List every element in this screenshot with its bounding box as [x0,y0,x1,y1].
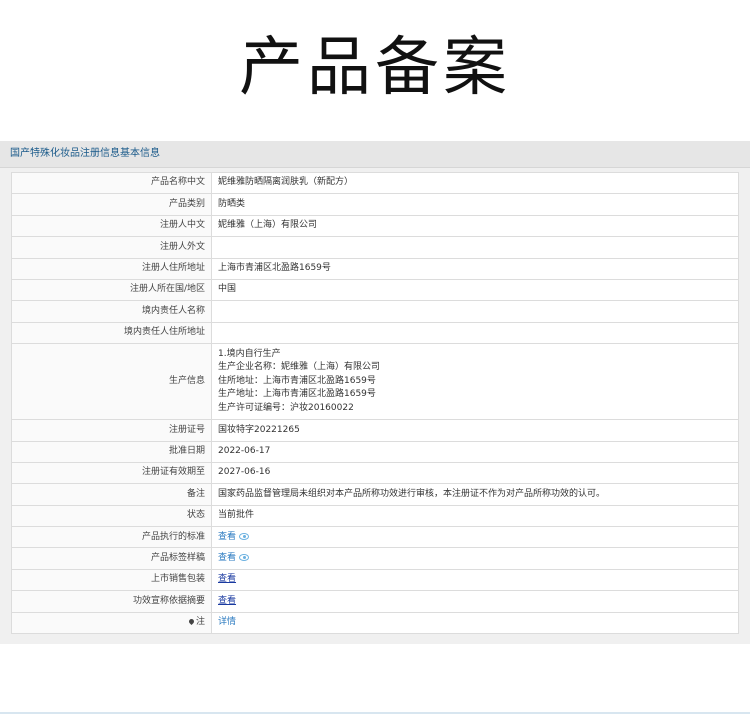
table-row: 注 详情 [11,611,739,635]
table-row: 状态 当前批件 [11,504,739,528]
production-line: 住所地址：上海市青浦区北盈路1659号 [218,375,376,386]
table-row: 境内责任人名称 [11,300,739,323]
table-row: 产品名称中文 妮维雅防晒隔离润肤乳（新配方） [11,171,739,195]
row-value: 妮维雅防晒隔离润肤乳（新配方） [211,171,739,195]
registration-info-panel: 国产特殊化妆品注册信息基本信息 产品名称中文 妮维雅防晒隔离润肤乳（新配方） 产… [0,141,750,644]
row-value: 防晒类 [211,193,739,216]
eye-icon[interactable] [239,553,250,561]
table-row: 注册人外文 [11,236,739,259]
row-label: 注 [195,617,205,628]
row-label: 注册人所在国/地区 [11,278,212,302]
row-value [211,321,739,345]
row-label: 产品执行的标准 [11,526,212,549]
panel-header-title: 国产特殊化妆品注册信息基本信息 [10,148,160,159]
row-label: 备注 [11,483,212,506]
table-row: 批准日期 2022-06-17 [11,440,739,463]
note-details-link[interactable]: 详情 [218,617,236,627]
view-efficacy-summary-link[interactable]: 查看 [218,596,236,606]
view-label-sample-link[interactable]: 查看 [218,553,236,563]
row-value: 上海市青浦区北盈路1659号 [211,257,739,280]
row-value: 查看 [211,547,739,570]
row-value [211,300,739,323]
row-label: 产品名称中文 [11,171,212,195]
row-value: 妮维雅（上海）有限公司 [211,214,739,238]
production-line: 生产许可证编号：沪妆20160022 [218,402,354,413]
table-row: 功效宣称依据摘要 查看 [11,590,739,613]
view-standard-link[interactable]: 查看 [218,532,236,542]
row-value: 2027-06-16 [211,461,739,485]
row-label: 注册人中文 [11,214,212,238]
registration-info-table: 产品名称中文 妮维雅防晒隔离润肤乳（新配方） 产品类别 防晒类 注册人中文 妮维… [11,171,739,635]
table-row: 注册人所在国/地区 中国 [11,278,739,302]
table-row: 注册证号 国妆特字20221265 [11,419,739,442]
row-label: 注册证号 [11,419,212,442]
row-label: 批准日期 [11,440,212,463]
page-title: 产品备案 [239,31,511,105]
row-value: 查看 [211,568,739,592]
table-row: 注册人住所地址 上海市青浦区北盈路1659号 [11,257,739,280]
table-row: 产品标签样稿 查看 [11,547,739,570]
row-value: 国妆特字20221265 [211,419,739,442]
row-label: 注册人外文 [11,236,212,259]
production-info-value: 1.境内自行生产 生产企业名称：妮维雅（上海）有限公司 住所地址：上海市青浦区北… [211,343,739,421]
table-row: 备注 国家药品监督管理局未组织对本产品所称功效进行审核，本注册证不作为对产品所称… [11,483,739,506]
row-value: 查看 [211,590,739,613]
row-value: 查看 [211,526,739,549]
production-info-row: 生产信息 1.境内自行生产 生产企业名称：妮维雅（上海）有限公司 住所地址：上海… [11,343,739,421]
row-value: 中国 [211,278,739,302]
table-row: 产品执行的标准 查看 [11,526,739,549]
table-row: 产品类别 防晒类 [11,193,739,216]
row-value: 2022-06-17 [211,440,739,463]
table-row: 注册证有效期至 2027-06-16 [11,461,739,485]
row-value: 详情 [211,611,739,635]
row-value [211,236,739,259]
table-row: 境内责任人住所地址 [11,321,739,345]
row-label: 上市销售包装 [11,568,212,592]
row-label: 状态 [11,504,212,528]
row-value: 国家药品监督管理局未组织对本产品所称功效进行审核，本注册证不作为对产品所称功效的… [211,483,739,506]
note-label-cell: 注 [11,611,212,635]
eye-icon[interactable] [239,532,250,540]
row-label: 产品标签样稿 [11,547,212,570]
table-row: 上市销售包装 查看 [11,568,739,592]
view-package-link[interactable]: 查看 [218,574,236,584]
row-label: 境内责任人名称 [11,300,212,323]
row-label: 注册人住所地址 [11,257,212,280]
row-value: 当前批件 [211,504,739,528]
production-line: 生产地址：上海市青浦区北盈路1659号 [218,389,376,400]
table-row: 注册人中文 妮维雅（上海）有限公司 [11,214,739,238]
row-label: 功效宣称依据摘要 [11,590,212,613]
panel-header: 国产特殊化妆品注册信息基本信息 [0,141,750,168]
row-label: 产品类别 [11,193,212,216]
row-label: 生产信息 [11,343,212,421]
pin-icon [187,618,196,626]
row-label: 注册证有效期至 [11,461,212,485]
production-line: 生产企业名称：妮维雅（上海）有限公司 [218,362,381,373]
production-line: 1.境内自行生产 [218,348,281,359]
row-label: 境内责任人住所地址 [11,321,212,345]
